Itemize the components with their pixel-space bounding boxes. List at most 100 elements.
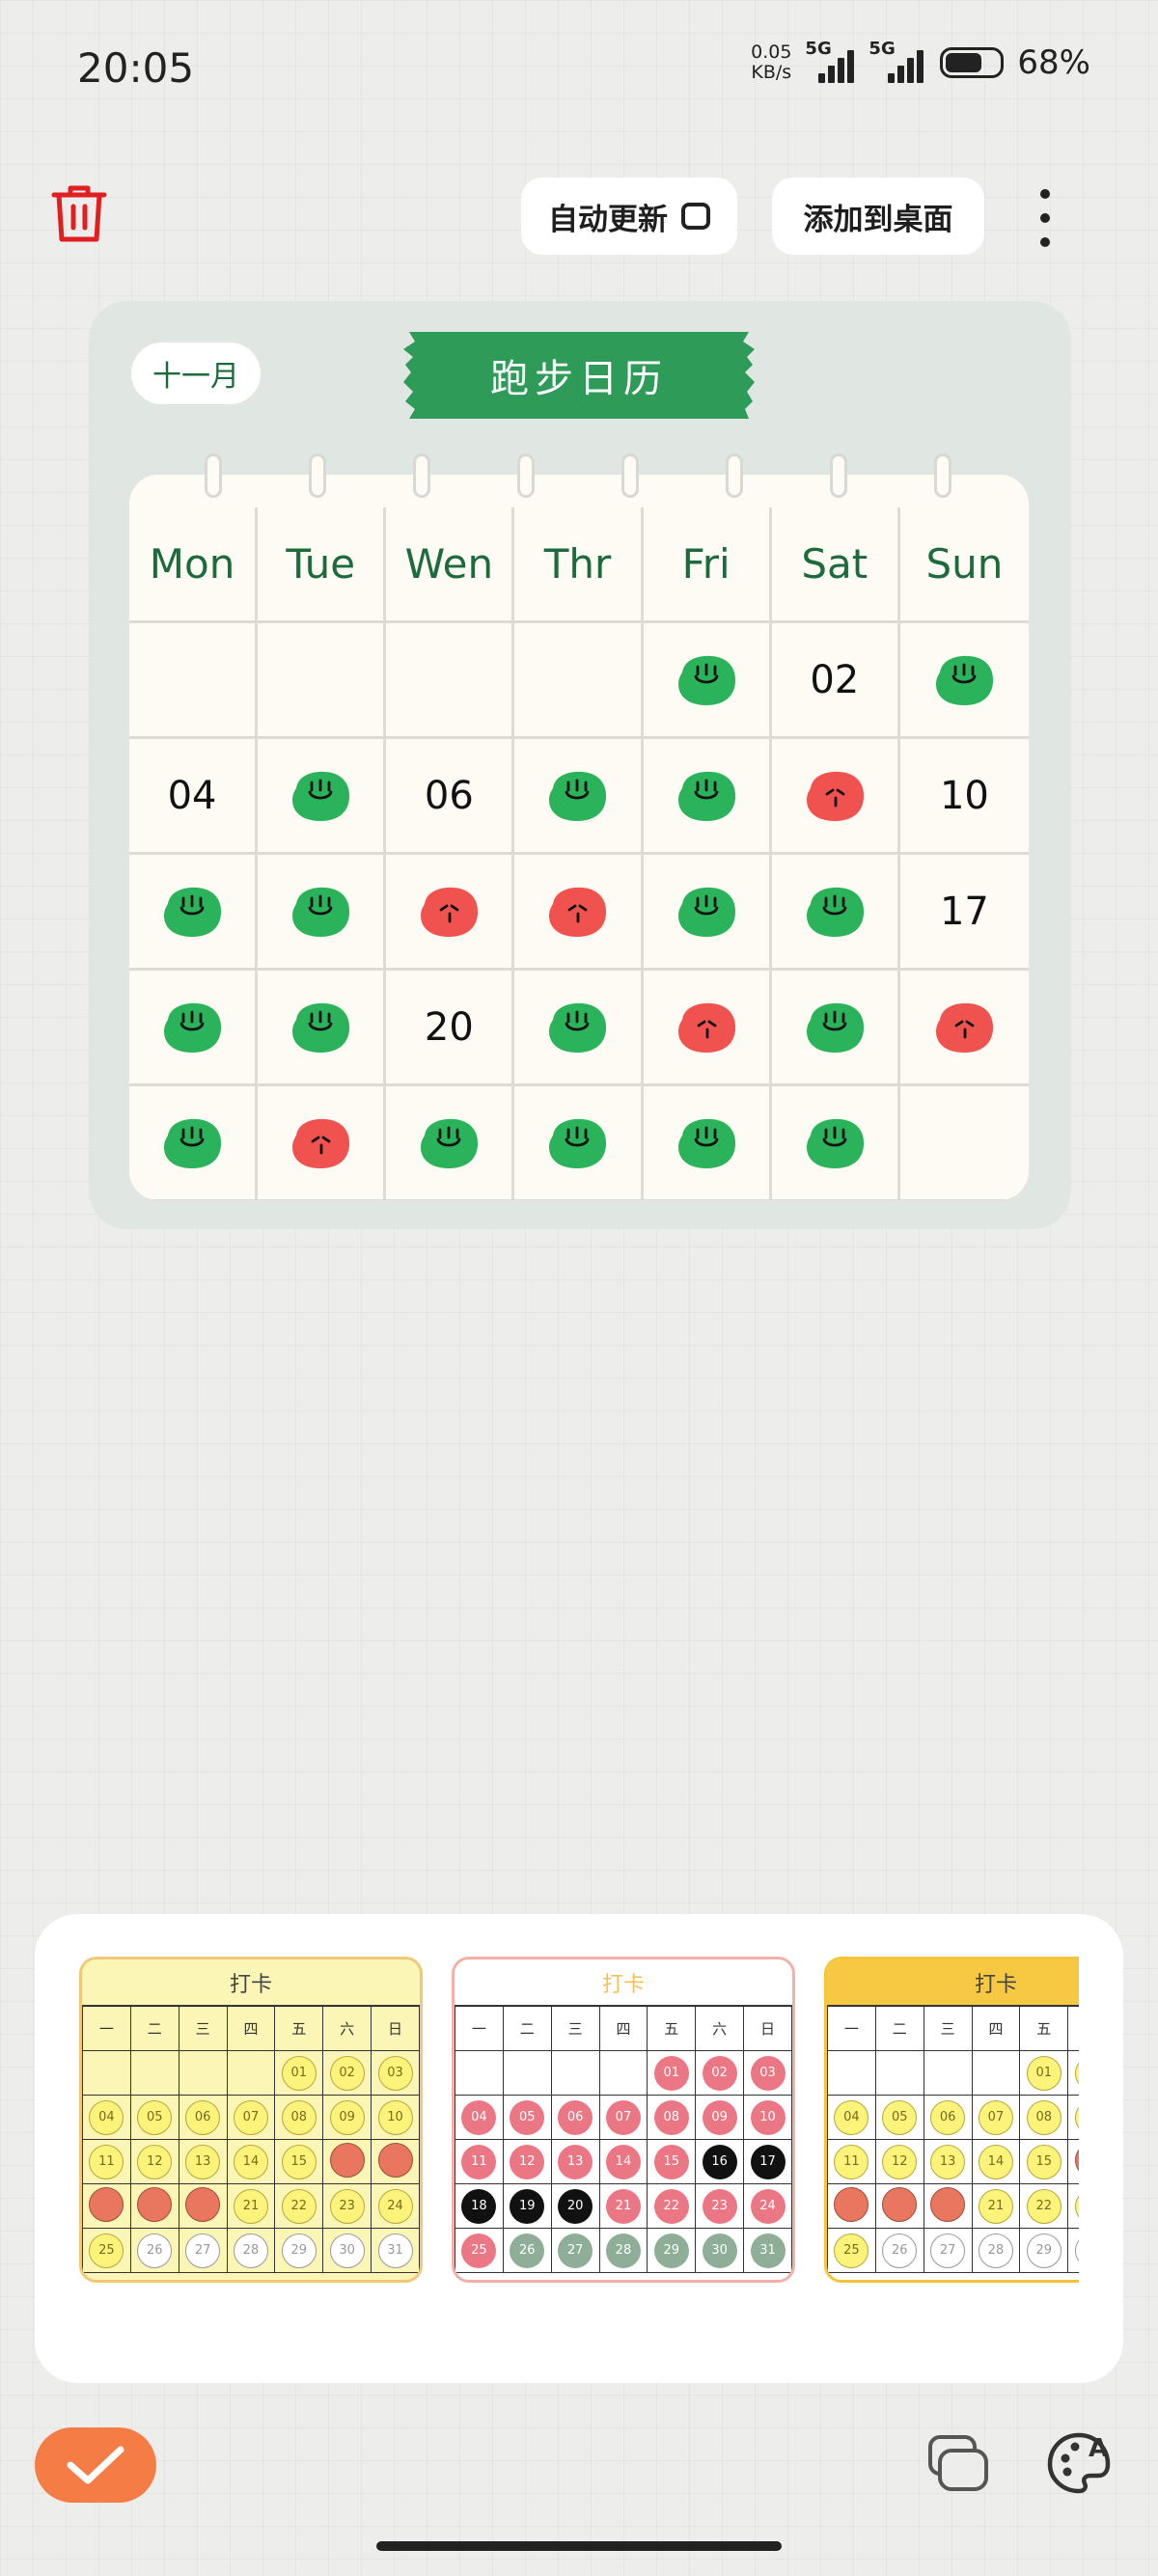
template-day: 09 <box>329 2099 365 2135</box>
calendar-day-cell[interactable] <box>386 1086 515 1200</box>
template-day: 30 <box>1074 2233 1079 2268</box>
calendar-day-cell[interactable] <box>258 739 387 855</box>
toggle-icon[interactable] <box>681 203 710 230</box>
template-day: 05 <box>510 2099 545 2135</box>
calendar-day-cell[interactable] <box>899 1086 1029 1200</box>
calendar-day-cell[interactable] <box>386 855 515 971</box>
template-day: 11 <box>834 2144 869 2179</box>
template-empty-cell <box>82 2050 131 2096</box>
calendar-day-cell[interactable] <box>899 623 1029 739</box>
auto-update-button[interactable]: 自动更新 <box>521 178 737 255</box>
template-weekday: 日 <box>743 2006 792 2051</box>
calendar-day-cell[interactable] <box>899 971 1029 1086</box>
palette-icon[interactable]: A <box>1044 2427 1114 2497</box>
calendar-day-cell[interactable] <box>643 623 772 739</box>
template-day: 02 <box>329 2055 365 2091</box>
calendar-day-cell[interactable] <box>258 855 387 971</box>
happy-face-icon <box>936 655 994 705</box>
template-day: 01 <box>653 2055 689 2091</box>
template-day: 15 <box>281 2144 317 2179</box>
calendar-day-cell[interactable] <box>514 623 644 739</box>
calendar-day-cell[interactable] <box>771 739 900 855</box>
sad-face-icon <box>936 1002 994 1053</box>
network-speed: 0.05 KB/s <box>751 41 792 83</box>
home-indicator[interactable] <box>376 2541 782 2551</box>
template-day: 06 <box>930 2099 966 2135</box>
template-empty-cell <box>502 2050 552 2096</box>
template-empty-cell <box>971 2050 1021 2096</box>
calendar-day-cell[interactable] <box>386 623 515 739</box>
battery-percent: 68% <box>1017 43 1090 82</box>
confirm-button[interactable] <box>35 2427 156 2503</box>
template-day: 21 <box>605 2188 641 2224</box>
template-day: 11 <box>461 2144 497 2179</box>
template-thumbnail[interactable]: 打卡一二三四五六日 01 02 03 04 05 06 07 08 09 10 11 12 13 14 15 1… <box>452 1957 795 2283</box>
binder-ring <box>205 453 222 498</box>
calendar-day-cell[interactable]: 02 <box>771 623 900 739</box>
template-day: 05 <box>882 2099 918 2135</box>
battery-icon <box>940 47 1005 78</box>
calendar-day-cell[interactable]: 17 <box>899 855 1029 971</box>
template-day: 23 <box>329 2188 365 2224</box>
weekday-header: Fri <box>643 507 772 623</box>
calendar-day-cell[interactable]: 20 <box>386 971 515 1086</box>
template-weekday: 三 <box>923 2006 973 2051</box>
calendar-day-cell[interactable] <box>258 971 387 1086</box>
weekday-header: Sun <box>899 507 1029 623</box>
add-to-desktop-button[interactable]: 添加到桌面 <box>772 178 984 255</box>
template-day: 14 <box>233 2144 268 2179</box>
template-thumbnail[interactable]: 打卡一二三四五六日0102030405060708091011121314152… <box>79 1957 423 2283</box>
calendar-day-cell[interactable] <box>129 971 259 1086</box>
calendar-day-cell[interactable] <box>643 855 772 971</box>
calendar-day-cell[interactable]: 04 <box>129 739 259 855</box>
calendar-day-cell[interactable] <box>514 855 644 971</box>
calendar-day-cell[interactable] <box>514 739 644 855</box>
template-weekday: 二 <box>874 2006 924 2051</box>
template-grid: 一二三四五六日 01 02 03 04 05 06 07 08 09 10 11 12 13 14 15 21 2… <box>82 2006 420 2273</box>
template-day: 26 <box>510 2233 545 2268</box>
calendar-day-cell[interactable] <box>643 971 772 1086</box>
template-day <box>377 2142 413 2178</box>
calendar-day-cell[interactable] <box>129 1086 259 1200</box>
more-vertical-icon[interactable] <box>1034 189 1056 247</box>
template-day: 08 <box>1026 2099 1062 2135</box>
signal-icon: 5G <box>868 39 926 83</box>
calendar-day-cell[interactable]: 10 <box>899 739 1029 855</box>
calendar-day-cell[interactable] <box>771 855 900 971</box>
template-day <box>329 2142 365 2178</box>
calendar-day-cell[interactable] <box>771 1086 900 1200</box>
calendar-day-cell[interactable] <box>129 623 259 739</box>
template-empty-cell <box>455 2050 504 2096</box>
template-thumbnail[interactable]: 打卡一二三四五六日0102030405060708091011121314152… <box>824 1957 1079 2283</box>
calendar-day-cell[interactable] <box>771 971 900 1086</box>
calendar-day-cell[interactable] <box>514 1086 644 1200</box>
template-day: 03 <box>750 2055 786 2091</box>
status-bar-right: 0.05 KB/s 5G 5G 68% <box>751 39 1090 83</box>
happy-face-icon <box>549 1118 607 1168</box>
weekday-header: Sat <box>771 507 900 623</box>
template-day: 16 <box>702 2144 737 2179</box>
template-day: 26 <box>882 2233 918 2268</box>
calendar-day-cell[interactable] <box>643 1086 772 1200</box>
template-weekday: 一 <box>82 2006 131 2051</box>
template-carousel[interactable]: 打卡一二三四五六日 01 02 03 04 05 06 07 08 09 10 11 12 13 14 15 2… <box>79 1957 1079 2285</box>
calendar-day-cell[interactable] <box>258 623 387 739</box>
trash-icon[interactable] <box>50 183 108 245</box>
template-day: 03 <box>377 2055 413 2091</box>
happy-face-icon <box>164 1118 222 1168</box>
template-empty-cell <box>923 2050 973 2096</box>
calendar-grid: Mon Tue Wen Thr Fri Sat Sun 02 04 06 10 17 20 <box>129 507 1029 1200</box>
template-day <box>137 2186 173 2222</box>
binder-ring <box>934 453 951 498</box>
happy-face-icon <box>549 1002 607 1053</box>
happy-face-icon <box>806 1002 864 1053</box>
layers-icon[interactable] <box>926 2433 990 2495</box>
calendar-day-cell[interactable] <box>643 739 772 855</box>
template-day: 21 <box>233 2188 268 2224</box>
calendar-day-cell[interactable] <box>258 1086 387 1200</box>
template-day: 25 <box>834 2233 869 2268</box>
calendar-day-cell[interactable] <box>129 855 259 971</box>
calendar-day-cell[interactable]: 06 <box>386 739 515 855</box>
calendar-day-cell[interactable] <box>514 971 644 1086</box>
template-weekday: 六 <box>695 2006 745 2051</box>
